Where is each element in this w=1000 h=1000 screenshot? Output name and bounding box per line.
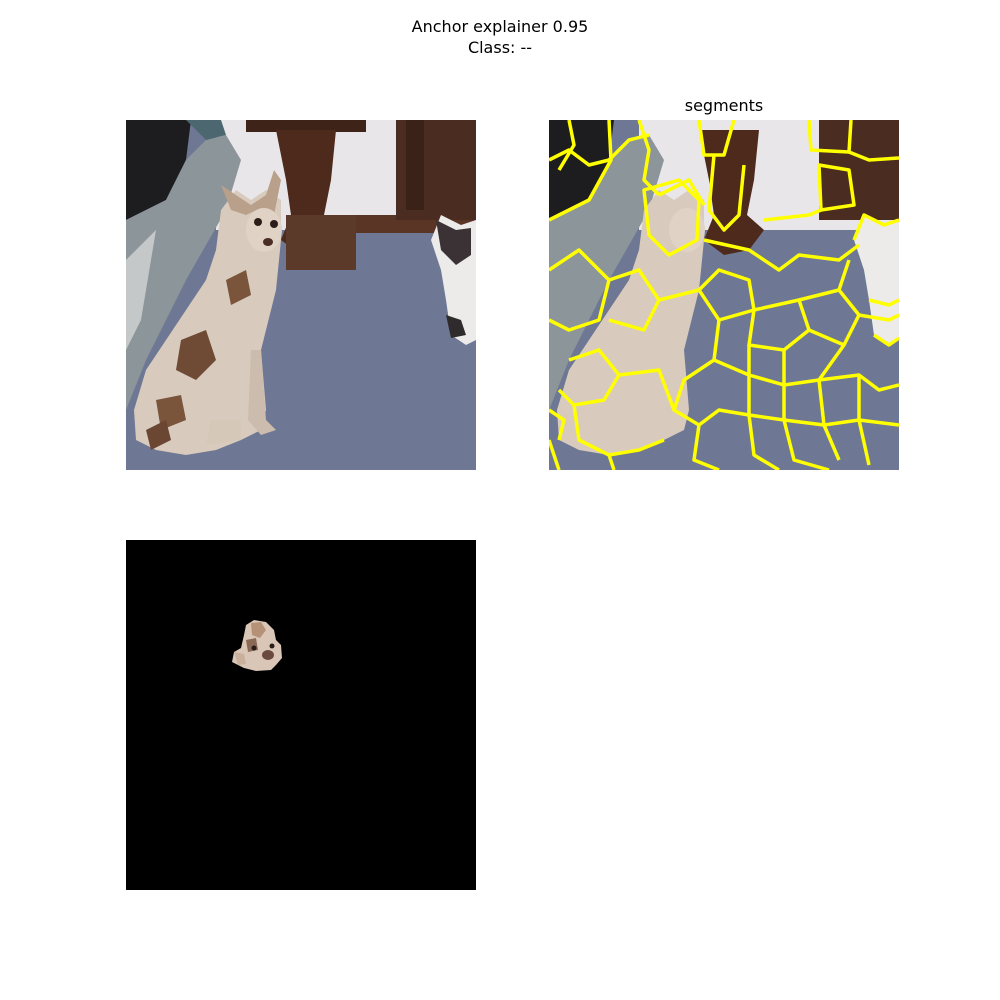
original-image-panel [126, 120, 476, 470]
anchor-image [126, 540, 476, 890]
segments-image [549, 120, 899, 470]
figure-title-line-2: Class: -- [467, 38, 533, 57]
segments-panel-title: segments [684, 96, 764, 115]
anchor-image-panel [126, 540, 476, 890]
segments-image-panel [549, 120, 899, 470]
figure-title-line-1: Anchor explainer 0.95 [411, 17, 589, 36]
figure-title: Anchor explainer 0.95 Class: -- [0, 16, 1000, 58]
original-image [126, 120, 476, 470]
